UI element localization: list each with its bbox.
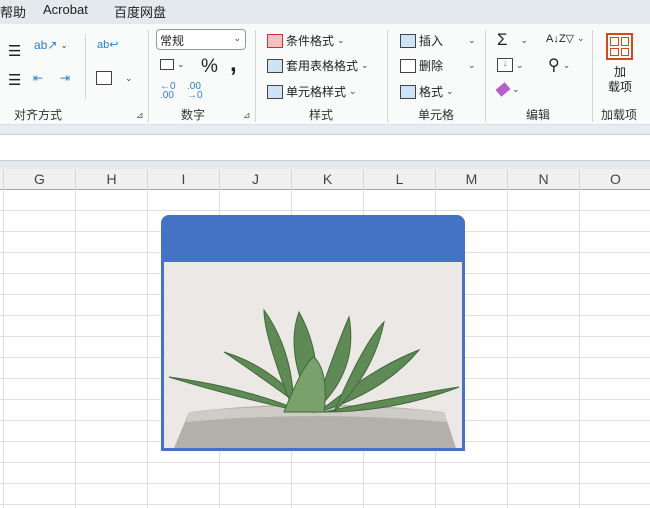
- column-header-h[interactable]: H: [76, 169, 148, 190]
- ribbon: ☰ ab↗ ⌄ ☰ ⇤ ⇥ ab↩ ⌄ 对齐方式 ⊿ 常规 ⌄ ⌄ % , ←0.…: [0, 24, 650, 125]
- styles-group-label: 样式: [309, 108, 334, 122]
- cell-styles-button[interactable]: 单元格样式 ⌄: [267, 83, 357, 100]
- align-middle-icon[interactable]: ☰: [8, 42, 21, 60]
- number-launcher-icon[interactable]: ⊿: [243, 110, 251, 121]
- addins-group-label: 加载项: [601, 108, 638, 122]
- divider: [0, 125, 650, 135]
- cells-group-label: 单元格: [418, 108, 455, 122]
- comma-style-button[interactable]: ,: [230, 50, 237, 78]
- alignment-launcher-icon[interactable]: ⊿: [136, 110, 144, 121]
- label: 套用表格格式: [286, 59, 359, 73]
- tab-acrobat[interactable]: Acrobat: [43, 2, 88, 17]
- align-right-icon[interactable]: ☰: [8, 71, 21, 89]
- label: 格式: [419, 85, 444, 99]
- merge-dropdown-icon[interactable]: ⌄: [125, 73, 133, 84]
- number-group-label: 数字: [181, 108, 206, 122]
- accounting-format-icon[interactable]: ⌄: [160, 59, 185, 70]
- column-header-o[interactable]: O: [580, 169, 650, 190]
- picture-card[interactable]: [161, 215, 465, 451]
- column-header-m[interactable]: M: [436, 169, 508, 190]
- merge-center-icon[interactable]: [96, 71, 112, 85]
- alignment-group-label: 对齐方式: [14, 108, 63, 122]
- column-header-k[interactable]: K: [292, 169, 364, 190]
- chevron-down-icon: ⌄: [233, 33, 241, 43]
- addins-icon[interactable]: [606, 33, 633, 60]
- number-format-select[interactable]: 常规 ⌄: [156, 29, 246, 50]
- sort-filter-icon[interactable]: A↓Z▽ ⌄: [546, 32, 585, 45]
- addins-button[interactable]: 加 载项: [606, 65, 634, 95]
- wrap-text-icon[interactable]: ab↩: [97, 38, 118, 51]
- format-as-table-button[interactable]: 套用表格格式 ⌄: [267, 57, 369, 74]
- percent-button[interactable]: %: [201, 56, 218, 78]
- increase-indent-icon[interactable]: ⇥: [60, 71, 70, 85]
- number-format-value: 常规: [160, 34, 185, 48]
- increase-decimal-icon[interactable]: ←0.00: [160, 82, 176, 101]
- divider: [0, 160, 650, 169]
- conditional-format-button[interactable]: 条件格式 ⌄: [267, 32, 345, 49]
- tab-baidu-netdisk[interactable]: 百度网盘: [114, 2, 166, 21]
- delete-button[interactable]: 删除 ⌄: [400, 57, 476, 74]
- column-header-g[interactable]: G: [4, 169, 76, 190]
- label: 条件格式: [286, 34, 335, 48]
- format-button[interactable]: 格式 ⌄: [400, 83, 454, 100]
- editing-group-label: 编辑: [526, 108, 551, 122]
- label: 单元格样式: [286, 85, 347, 99]
- clear-icon[interactable]: ⌄: [495, 82, 520, 97]
- label: 插入: [419, 34, 444, 48]
- formula-bar[interactable]: [0, 135, 650, 160]
- fill-icon[interactable]: ↓ ⌄: [497, 58, 524, 72]
- ribbon-tab-bar: 帮助 Acrobat 百度网盘: [0, 0, 650, 24]
- label: 删除: [419, 59, 444, 73]
- autosum-icon[interactable]: Σ ⌄: [497, 30, 528, 50]
- find-icon[interactable]: ⚲ ⌄: [548, 55, 570, 75]
- decrease-indent-icon[interactable]: ⇤: [33, 71, 43, 85]
- column-header-j[interactable]: J: [220, 169, 292, 190]
- orientation-icon[interactable]: ab↗ ⌄: [34, 38, 68, 52]
- column-header-l[interactable]: L: [364, 169, 436, 190]
- succulent-photo: [164, 262, 462, 448]
- tab-help[interactable]: 帮助: [0, 2, 26, 21]
- column-header-row: G H I J K L M N O: [0, 169, 650, 190]
- column-header-n[interactable]: N: [508, 169, 580, 190]
- decrease-decimal-icon[interactable]: .00 →0: [187, 82, 203, 101]
- insert-button[interactable]: 插入 ⌄: [400, 32, 476, 49]
- column-header-i[interactable]: I: [148, 169, 220, 190]
